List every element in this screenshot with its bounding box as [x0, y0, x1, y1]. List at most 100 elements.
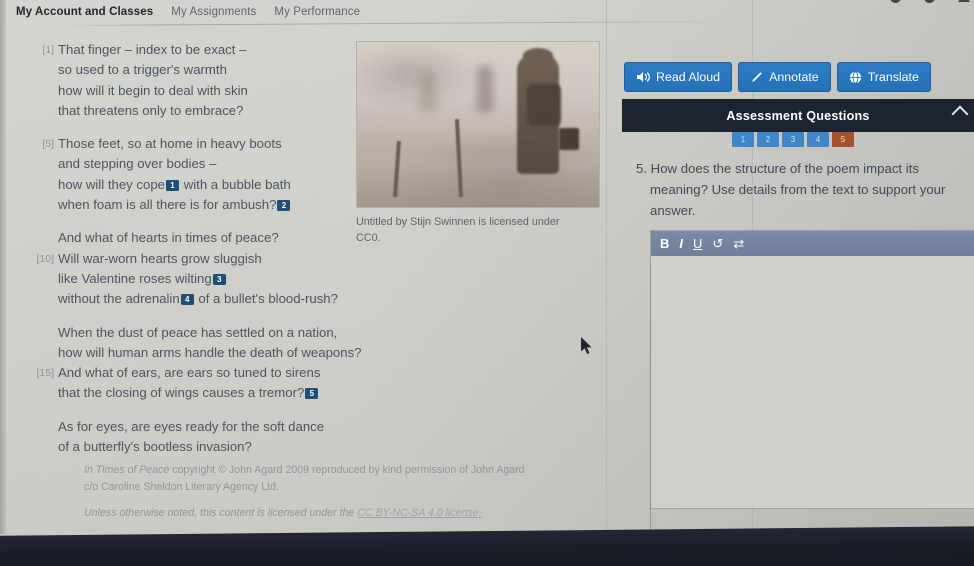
poem-line: that threatens only to embrace?	[0, 101, 360, 121]
nav-item-my-performance[interactable]: My Performance	[274, 6, 360, 18]
pen-icon	[752, 71, 762, 82]
cursor-arrow-icon	[581, 337, 592, 354]
question-block: 5. How does the structure of the poem im…	[622, 158, 962, 221]
editor-left-border	[650, 263, 651, 535]
read-aloud-label: Read Aloud	[656, 70, 721, 84]
question-text: How does the structure of the poem impac…	[650, 161, 946, 218]
underline-icon[interactable]: U	[693, 237, 702, 250]
italic-icon[interactable]: I	[679, 237, 683, 250]
assessment-questions-title: Assessment Questions	[726, 108, 870, 123]
answer-input[interactable]	[651, 256, 974, 508]
poem-line-text: When the dust of peace has settled on a …	[58, 324, 338, 340]
poem-stanza: And what of hearts in times of peace? [1…	[0, 228, 360, 309]
poem-line-text: and stepping over bodies –	[58, 156, 217, 172]
poem-line-text: Will war-worn hearts grow sluggish	[58, 250, 262, 266]
poem-line-text: that threatens only to embrace?	[58, 102, 244, 118]
agency-line: c/o Caroline Sheldon Literary Agency Ltd…	[84, 481, 279, 493]
poem-figure: Untitled by Stijn Swinnen is licensed un…	[356, 41, 600, 246]
photo-helmet	[523, 48, 553, 63]
question-tab-4[interactable]: 4	[807, 132, 829, 147]
poem-line-text: how will it begin to deal with skin	[58, 82, 248, 98]
question-number: 5.	[636, 161, 647, 176]
poem-line: [10] Will war-worn hearts grow sluggish	[0, 249, 360, 269]
editor-toolbar: B I U ↺ ⇄	[651, 231, 974, 256]
poem-credits: In Times of Peace copyright © John Agard…	[84, 462, 624, 522]
translate-button[interactable]: Translate	[836, 62, 931, 92]
poem-line-text-cont: with a bubble bath	[180, 176, 291, 192]
poem-line: [15] And what of ears, are ears so tuned …	[0, 363, 360, 383]
poem-line-text: how will human arms handle the death of …	[58, 344, 362, 360]
annotation-badge-4[interactable]: 4	[180, 294, 194, 306]
question-tab-5[interactable]: 5	[832, 132, 854, 147]
photo-backpack	[527, 84, 561, 126]
poem-line: so used to a trigger's warmth	[0, 60, 360, 80]
copyright-rest: copyright © John Agard 2009 reproduced b…	[169, 464, 525, 476]
poem-stanza: [1] That finger – index to be exact – so …	[0, 40, 360, 121]
license-prefix: Unless otherwise noted, this content is …	[84, 507, 358, 519]
surface-seam	[606, 0, 607, 534]
line-number: [5]	[42, 138, 54, 151]
poem-line-text: That finger – index to be exact –	[58, 42, 247, 57]
poem-text: [1] That finger – index to be exact – so …	[0, 40, 362, 470]
nav-item-my-assignments[interactable]: My Assignments	[171, 6, 256, 18]
poem-line-text: As for eyes, are eyes ready for the soft…	[58, 418, 325, 434]
question-tab-2[interactable]: 2	[757, 132, 779, 147]
undo-icon[interactable]: ↺	[712, 237, 723, 250]
line-number: [15]	[36, 367, 54, 380]
poem-line: of a butterfly's bootless invasion?	[0, 437, 360, 457]
nav-item-my-account-and-classes[interactable]: My Account and Classes	[16, 6, 153, 18]
question-tab-1[interactable]: 1	[732, 132, 754, 147]
question-tab-3[interactable]: 3	[782, 132, 804, 147]
annotation-badge-5[interactable]: 5	[305, 388, 319, 400]
answer-editor: B I U ↺ ⇄	[650, 230, 974, 509]
speaker-icon	[637, 72, 650, 82]
poem-line: When the dust of peace has settled on a …	[0, 323, 360, 343]
figure-caption: Untitled by Stijn Swinnen is licensed un…	[356, 216, 560, 244]
photo-case	[559, 128, 579, 150]
poem-line-text: when foam is all there is for ambush?	[58, 197, 277, 213]
license-link[interactable]: CC BY-NC-SA 4.0 license.	[357, 507, 481, 519]
screenshot-root: My Account and Classes My Assignments My…	[0, 0, 974, 566]
poem-line: As for eyes, are eyes ready for the soft…	[0, 417, 360, 437]
globe-icon	[849, 70, 861, 84]
poem-title: In Times of Peace	[84, 464, 170, 476]
annotation-badge-3[interactable]: 3	[212, 273, 226, 285]
annotation-badge-1[interactable]: 1	[166, 179, 180, 191]
top-navigation: My Account and Classes My Assignments My…	[0, 0, 974, 24]
license-line: Unless otherwise noted, this content is …	[84, 505, 624, 522]
poem-line-text: without the adrenalin	[58, 291, 180, 307]
poem-line: without the adrenalin 4 of a bullet's blo…	[0, 289, 360, 309]
translate-label: Translate	[867, 70, 919, 84]
annotation-badge-2[interactable]: 2	[277, 200, 291, 212]
poem-line-text: And what of ears, are ears so tuned to s…	[58, 365, 321, 381]
redo-icon[interactable]: ⇄	[733, 237, 744, 250]
poem-line: how will they cope 1 with a bubble bath	[0, 175, 360, 195]
circle-icon	[890, 0, 901, 3]
read-aloud-button[interactable]: Read Aloud	[624, 62, 733, 92]
poem-line-text: of a butterfly's bootless invasion?	[58, 439, 252, 455]
poem-line: when foam is all there is for ambush? 2	[0, 195, 360, 215]
poem-stanza: As for eyes, are eyes ready for the soft…	[0, 417, 360, 458]
bold-icon[interactable]: B	[660, 237, 669, 250]
triangle-icon	[958, 0, 970, 2]
photo-ground	[357, 145, 599, 207]
annotate-button[interactable]: Annotate	[738, 62, 831, 92]
circle-icon	[924, 0, 935, 3]
poem-line: and stepping over bodies –	[0, 154, 360, 174]
line-number: [10]	[36, 252, 54, 265]
poem-line: [5] Those feet, so at home in heavy boots	[0, 134, 360, 154]
assessment-panel: Read Aloud Annotate Translate Assessment…	[622, 62, 974, 509]
assessment-questions-header[interactable]: Assessment Questions	[622, 99, 974, 132]
copyright-line: In Times of Peace copyright © John Agard…	[84, 462, 624, 479]
poem-stanza: [5] Those feet, so at home in heavy boots…	[0, 134, 360, 215]
poem-line: how will it begin to deal with skin	[0, 81, 360, 101]
chevron-up-icon[interactable]	[951, 105, 969, 123]
poem-line-text: how will they cope	[58, 176, 166, 192]
poem-line: how will human arms handle the death of …	[0, 343, 362, 363]
poem-line-text: Those feet, so at home in heavy boots	[58, 136, 282, 152]
battlefield-photo	[356, 41, 600, 208]
poem-line-text: like Valentine roses wilting	[58, 270, 212, 286]
poem-line: that the closing of wings causes a tremo…	[0, 383, 360, 403]
browser-corner-icons	[890, 0, 970, 3]
annotate-label: Annotate	[769, 70, 819, 84]
